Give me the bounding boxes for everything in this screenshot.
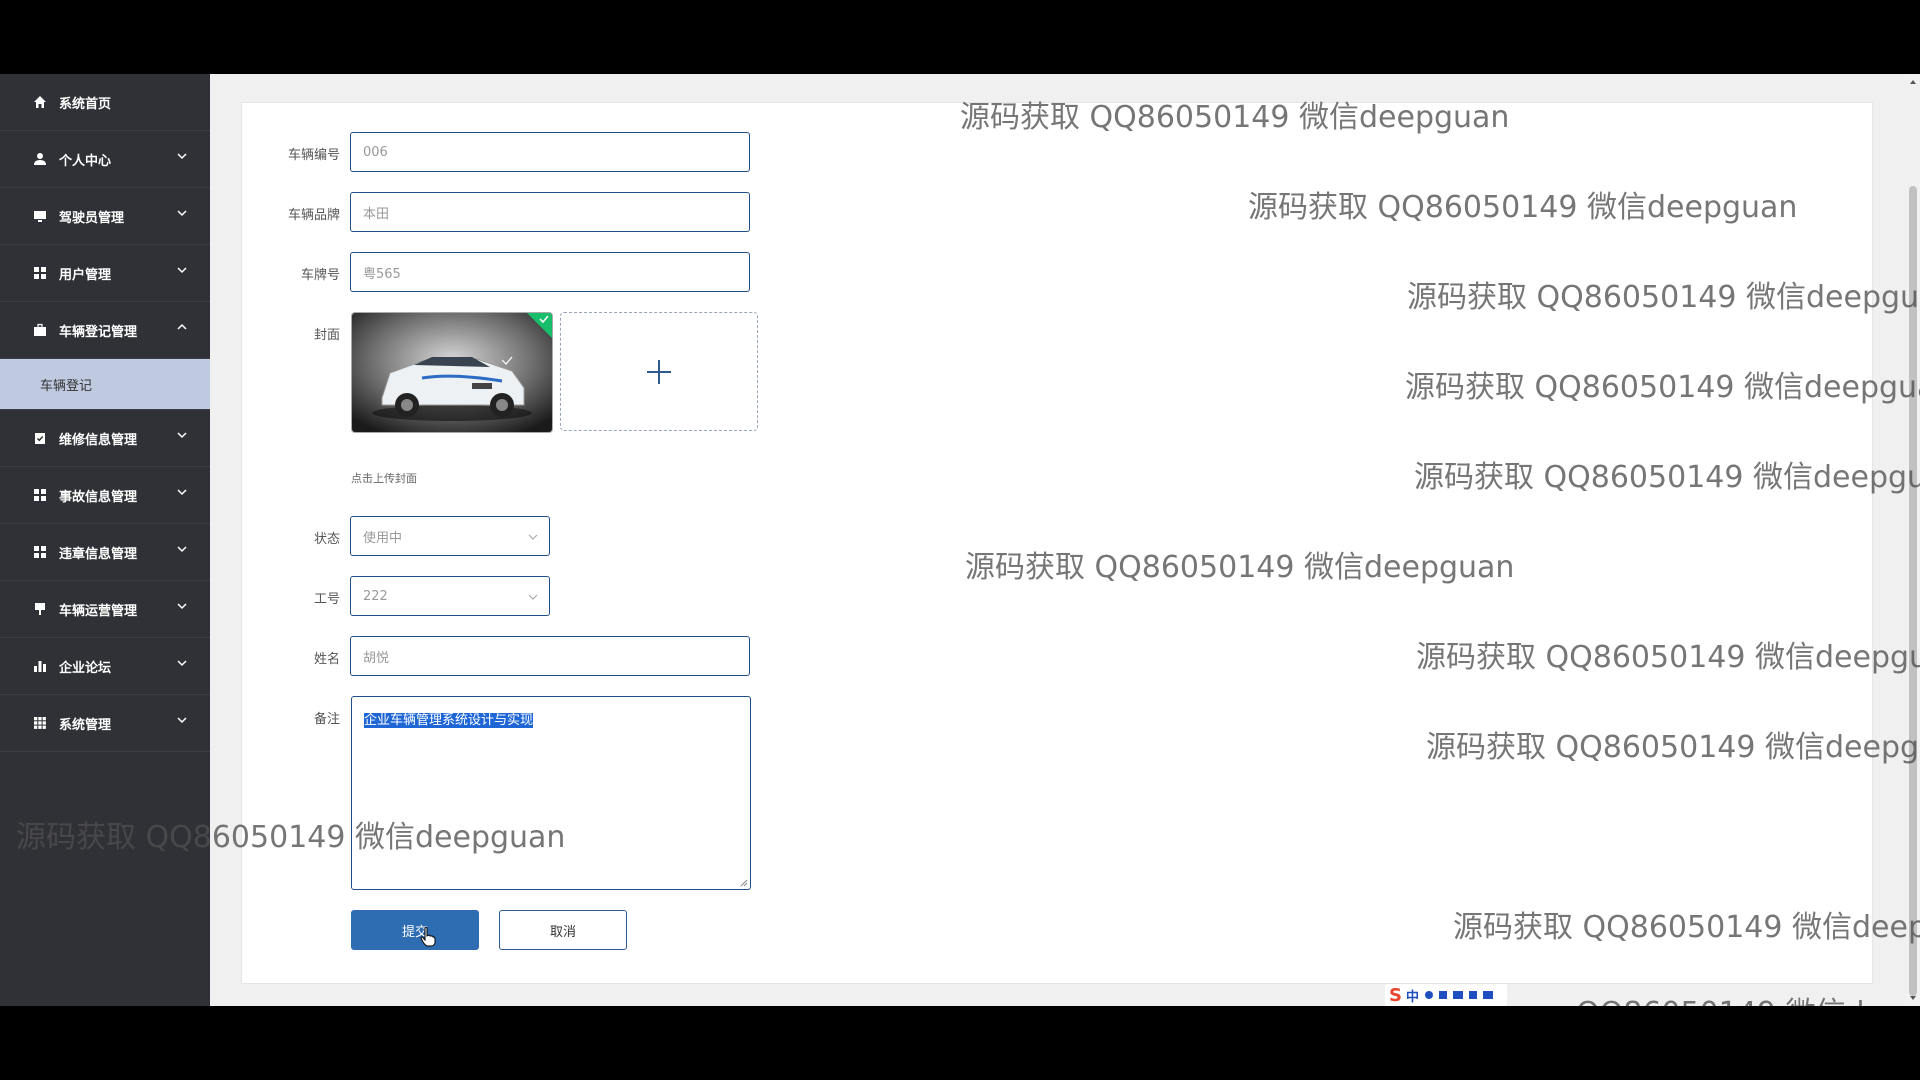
monitor-icon (32, 209, 47, 224)
grid-icon (32, 266, 47, 281)
page-scrollbar[interactable] (1906, 74, 1920, 1006)
sidebar-item-violations[interactable]: 违章信息管理 (0, 524, 210, 581)
sidebar-item-label: 系统管理 (59, 717, 112, 733)
scroll-up-icon[interactable] (1909, 78, 1917, 86)
sidebar-item-label: 个人中心 (59, 153, 112, 169)
clipboard-icon (32, 431, 47, 446)
sidebar-item-personal[interactable]: 个人中心 (0, 131, 210, 188)
sidebar-item-system[interactable]: 系统管理 (0, 695, 210, 752)
chevron-up-icon (177, 323, 187, 330)
watermark-text: 源码获取 QQ86050149 微信deepguan (960, 100, 1510, 135)
plus-icon (647, 359, 671, 384)
resize-grip-icon[interactable] (740, 879, 748, 887)
sidebar-item-label: 企业论坛 (59, 660, 112, 676)
flag-icon (32, 602, 47, 617)
name-label: 姓名 (313, 652, 340, 667)
watermark-text: 源码获取 QQ86050149 微信deepguan (16, 820, 566, 855)
plate-placeholder: 粤565 (363, 266, 401, 282)
sidebar-item-label: 违章信息管理 (59, 546, 138, 562)
sidebar-item-label: 驾驶员管理 (59, 210, 125, 226)
sidebar-item-label: 维修信息管理 (59, 432, 138, 448)
sidebar-item-home[interactable]: 系统首页 (0, 74, 210, 131)
submit-button[interactable]: 提交 (351, 910, 479, 950)
chevron-down-icon (177, 267, 187, 274)
cover-image[interactable] (351, 312, 553, 433)
chevron-down-icon (177, 717, 187, 724)
plate-input[interactable]: 粤565 (350, 252, 750, 292)
chevron-down-icon (177, 432, 187, 439)
user-icon (32, 152, 47, 167)
sidebar-item-label: 车辆登记管理 (59, 324, 138, 340)
sidebar-item-drivers[interactable]: 驾驶员管理 (0, 188, 210, 245)
sidebar-item-label: 事故信息管理 (59, 489, 138, 505)
upload-hint: 点击上传封面 (351, 472, 417, 485)
chevron-down-icon (528, 534, 538, 540)
watermark-text: 源码获取 QQ86050149 微信deepgua (1414, 460, 1920, 495)
watermark-text: 源码获取 QQ86050149 微信deep (1453, 910, 1920, 945)
watermark-text: 源码获取 QQ86050149 微信deepguan (965, 550, 1515, 585)
vehicle-no-placeholder: 006 (363, 144, 388, 160)
job-no-select[interactable]: 222 (350, 576, 550, 616)
cancel-label: 取消 (549, 924, 576, 940)
chevron-down-icon (177, 546, 187, 553)
sidebar-item-operations[interactable]: 车辆运营管理 (0, 581, 210, 638)
job-no-value: 222 (363, 588, 388, 604)
sidebar-item-maintenance[interactable]: 维修信息管理 (0, 410, 210, 467)
remark-text: 企业车辆管理系统设计与实现 (364, 713, 534, 728)
app-screen: 系统首页 个人中心 驾驶员管理 用户管理 车辆登记管理 车辆登记 维修信息管理 … (0, 74, 1920, 1006)
name-input[interactable]: 胡悦 (350, 636, 750, 676)
watermark-text: 源码获取 QQ86050149 微信deepgu (1426, 730, 1920, 765)
sogou-logo-icon: S (1389, 984, 1402, 1006)
table-icon (32, 716, 47, 731)
remark-label: 备注 (313, 712, 340, 727)
watermark-text: QQ86050149 微信deep (1576, 988, 1920, 1006)
submenu-item-vehicle-registration[interactable]: 车辆登记 (0, 359, 210, 410)
sidebar-item-label: 车辆运营管理 (59, 603, 138, 619)
sidebar-item-label: 系统首页 (59, 96, 112, 112)
remark-textarea[interactable]: 企业车辆管理系统设计与实现 (351, 696, 751, 890)
brand-label: 车辆品牌 (287, 208, 340, 223)
bar-chart-icon (32, 659, 47, 674)
vehicle-no-input[interactable]: 006 (350, 132, 750, 172)
ime-toolbar[interactable]: S 中 (1385, 984, 1507, 1006)
chevron-down-icon (528, 594, 538, 600)
sidebar-item-label: 用户管理 (59, 267, 112, 283)
chevron-down-icon (177, 153, 187, 160)
briefcase-icon (32, 323, 47, 338)
plate-label: 车牌号 (300, 268, 340, 283)
vehicle-no-label: 车辆编号 (287, 148, 340, 163)
grid-icon (32, 545, 47, 560)
watermark-text: 源码获取 QQ86050149 微信deepgua (1407, 280, 1920, 315)
status-label: 状态 (313, 532, 340, 547)
ime-tools-icon (1424, 991, 1493, 999)
grid-icon (32, 488, 47, 503)
brand-placeholder: 本田 (363, 206, 390, 222)
status-select[interactable]: 使用中 (350, 516, 550, 556)
status-value: 使用中 (363, 530, 403, 546)
sidebar-item-forum[interactable]: 企业论坛 (0, 638, 210, 695)
brand-input[interactable]: 本田 (350, 192, 750, 232)
sidebar: 系统首页 个人中心 驾驶员管理 用户管理 车辆登记管理 车辆登记 维修信息管理 … (0, 74, 210, 1006)
sidebar-item-vehicle-registration[interactable]: 车辆登记管理 (0, 302, 210, 359)
submenu-item-label: 车辆登记 (40, 378, 93, 394)
ime-mode-label: 中 (1405, 989, 1419, 1005)
chevron-down-icon (177, 489, 187, 496)
cancel-button[interactable]: 取消 (499, 910, 627, 950)
cursor-icon (420, 927, 436, 947)
name-placeholder: 胡悦 (363, 650, 390, 666)
chevron-down-icon (177, 660, 187, 667)
sidebar-item-users[interactable]: 用户管理 (0, 245, 210, 302)
home-icon (32, 95, 47, 110)
watermark-text: 源码获取 QQ86050149 微信deepgu (1416, 640, 1920, 675)
watermark-text: 源码获取 QQ86050149 微信deepgua (1405, 370, 1920, 405)
upload-cover-button[interactable] (560, 312, 758, 431)
chevron-down-icon (177, 210, 187, 217)
cover-label: 封面 (313, 328, 340, 343)
chevron-down-icon (177, 603, 187, 610)
job-no-label: 工号 (313, 592, 340, 607)
watermark-text: 源码获取 QQ86050149 微信deepguan (1248, 190, 1798, 225)
sidebar-item-accidents[interactable]: 事故信息管理 (0, 467, 210, 524)
